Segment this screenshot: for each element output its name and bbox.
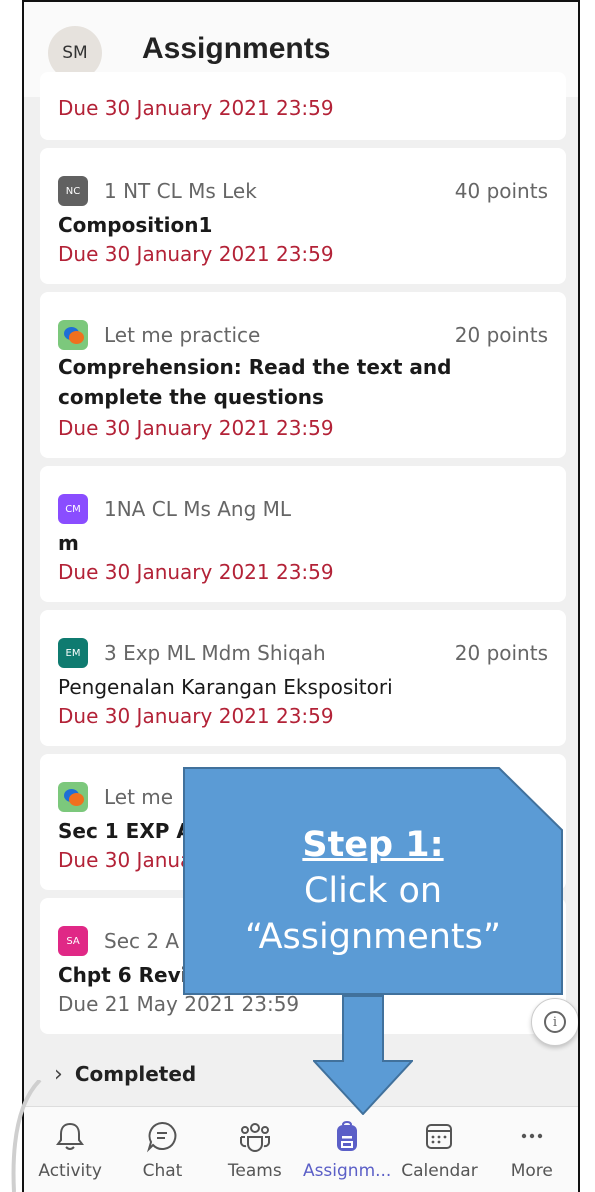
due-date: Due 30 Janua <box>58 848 193 872</box>
backpack-icon <box>337 1120 358 1151</box>
instruction-callout: Step 1: Click on “Assignments” <box>183 767 563 995</box>
course-name: Sec 2 A <box>104 929 180 953</box>
due-date: Due 30 January 2021 23:59 <box>58 416 334 440</box>
course-row: CM 1NA CL Ms Ang ML <box>58 494 548 524</box>
assignment-card[interactable]: NC 1 NT CL Ms Lek 40 points Composition1… <box>40 148 566 284</box>
course-name: Let me <box>104 785 174 809</box>
points-label: 20 points <box>454 323 548 347</box>
completed-label: Completed <box>74 1062 197 1086</box>
course-avatar: SA <box>58 926 88 956</box>
completed-section-toggle[interactable]: › Completed <box>24 1050 578 1098</box>
down-arrow-indicator <box>313 995 413 1115</box>
course-avatar: EM <box>58 638 88 668</box>
course-avatar: NC <box>58 176 88 206</box>
calendar-icon <box>426 1124 453 1149</box>
course-row: NC 1 NT CL Ms Lek 40 points <box>58 176 548 206</box>
nav-more[interactable]: More <box>486 1107 578 1192</box>
teams-app-screen: SM Assignments Due 30 January 2021 23:59… <box>22 0 580 1192</box>
callout-line-2: “Assignments” <box>244 917 502 957</box>
assignment-card[interactable]: EM 3 Exp ML Mdm Shiqah 20 points Pengena… <box>40 610 566 746</box>
due-date: Due 30 January 2021 23:59 <box>58 560 334 584</box>
course-name: 3 Exp ML Mdm Shiqah <box>104 641 326 665</box>
callout-text: Step 1: Click on “Assignments” <box>183 767 563 995</box>
callout-line-1: Click on <box>303 871 443 911</box>
course-name: Let me practice <box>104 323 261 347</box>
due-date: Due 30 January 2021 23:59 <box>58 704 334 728</box>
assignment-card[interactable]: CM 1NA CL Ms Ang ML m Due 30 January 202… <box>40 466 566 602</box>
due-date: Due 21 May 2021 23:59 <box>58 992 300 1016</box>
nav-teams[interactable]: Teams <box>209 1107 301 1192</box>
assignment-title: Pengenalan Karangan Ekspositori <box>58 675 393 699</box>
teams-icon <box>239 1123 270 1152</box>
nav-chat[interactable]: Chat <box>116 1107 208 1192</box>
assignment-card[interactable]: Due 30 January 2021 23:59 <box>40 72 566 140</box>
info-button[interactable]: i <box>531 998 578 1046</box>
nav-label: Teams <box>227 1161 282 1181</box>
chat-bubbles-icon <box>58 320 88 350</box>
nav-label: Assignm... <box>302 1161 392 1181</box>
more-icon <box>521 1133 542 1139</box>
glare-decoration <box>11 1080 42 1192</box>
nav-label: Calendar <box>401 1161 478 1181</box>
assignment-title: Composition1 <box>58 213 213 237</box>
due-date: Due 30 January 2021 23:59 <box>58 96 334 120</box>
course-name: 1 NT CL Ms Lek <box>104 179 257 203</box>
page-title: Assignments <box>142 32 331 65</box>
chat-icon <box>147 1121 177 1153</box>
points-label: 40 points <box>454 179 548 203</box>
course-row: EM 3 Exp ML Mdm Shiqah 20 points <box>58 638 548 668</box>
nav-calendar[interactable]: Calendar <box>393 1107 485 1192</box>
assignment-card[interactable]: Let me practice 20 points Comprehension:… <box>40 292 566 458</box>
course-row: Let me practice 20 points <box>58 320 548 350</box>
assignment-title: Comprehension: Read the text and complet… <box>58 355 452 409</box>
info-icon: i <box>544 1011 566 1033</box>
course-name: 1NA CL Ms Ang ML <box>104 497 292 521</box>
callout-step: Step 1: <box>302 825 444 865</box>
chat-bubbles-icon <box>58 782 88 812</box>
nav-label: Chat <box>142 1161 183 1181</box>
course-avatar: CM <box>58 494 88 524</box>
nav-assignments[interactable]: Assignm... <box>301 1107 393 1192</box>
points-label: 20 points <box>454 641 548 665</box>
assignment-title: m <box>58 531 79 555</box>
bottom-nav: Activity Chat Teams Assignm... Calendar … <box>24 1106 578 1192</box>
due-date: Due 30 January 2021 23:59 <box>58 242 334 266</box>
nav-label: More <box>510 1161 553 1181</box>
